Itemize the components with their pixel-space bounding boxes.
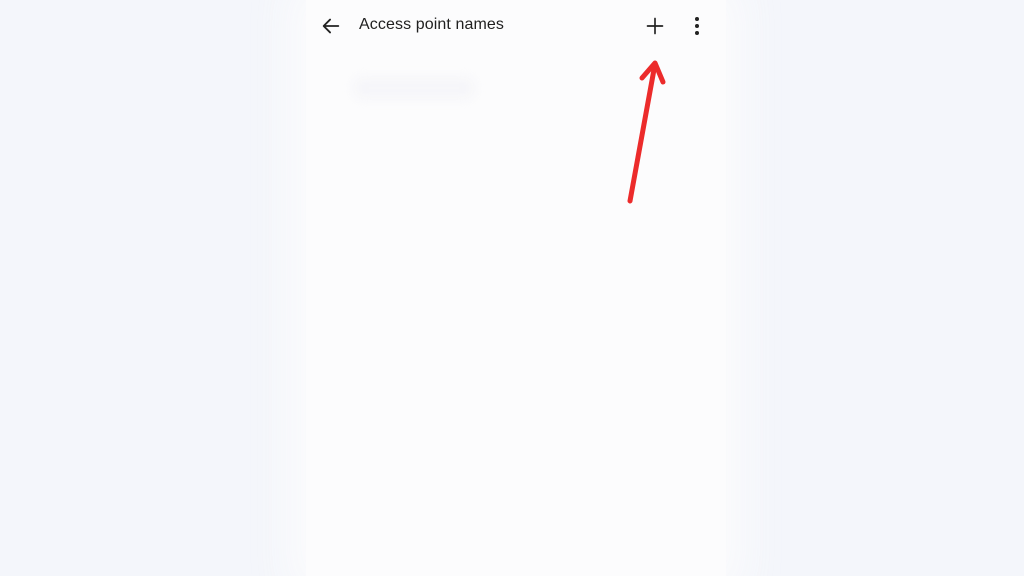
more-options-button[interactable] <box>686 13 708 39</box>
more-vert-icon <box>695 17 699 35</box>
app-bar: Access point names <box>306 0 726 52</box>
empty-list-placeholder <box>354 78 474 98</box>
back-button[interactable] <box>318 13 344 39</box>
arrow-left-icon <box>322 18 340 34</box>
screenshot-stage: Access point names <box>0 0 1024 576</box>
plus-icon <box>646 17 664 35</box>
page-title: Access point names <box>359 16 504 33</box>
add-apn-button[interactable] <box>642 13 668 39</box>
apn-settings-screen: Access point names <box>306 0 726 576</box>
